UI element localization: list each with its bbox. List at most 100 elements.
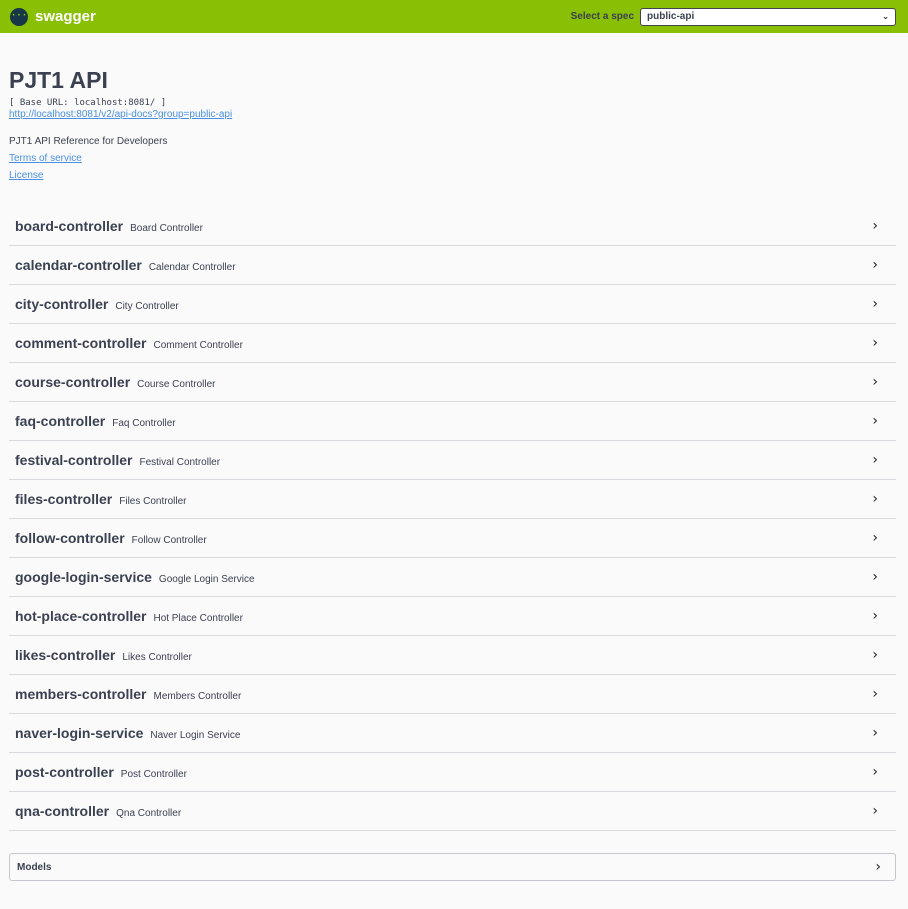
tag-name: files-controller — [15, 491, 113, 507]
tag-label: festival-controller Festival Controller — [15, 452, 220, 468]
tag-description: Comment Controller — [153, 340, 243, 351]
tag-row-city-controller[interactable]: city-controller City Controller › — [9, 285, 896, 324]
tag-row-faq-controller[interactable]: faq-controller Faq Controller › — [9, 402, 896, 441]
tag-label: follow-controller Follow Controller — [15, 530, 207, 546]
tag-description: City Controller — [115, 301, 179, 312]
tag-list: board-controller Board Controller › calenda… — [9, 207, 896, 831]
tag-label: naver-login-service Naver Login Service — [15, 725, 240, 741]
chevron-right-icon: › — [872, 686, 878, 702]
chevron-down-icon: ⌄ — [882, 12, 889, 21]
tag-name: qna-controller — [15, 803, 110, 819]
tag-row-hot-place-controller[interactable]: hot-place-controller Hot Place Controller… — [9, 597, 896, 636]
tag-label: post-controller Post Controller — [15, 764, 187, 780]
tag-row-files-controller[interactable]: files-controller Files Controller › — [9, 480, 896, 519]
chevron-right-icon: › — [872, 218, 878, 234]
tag-description: Members Controller — [153, 691, 242, 702]
tag-description: Google Login Service — [158, 574, 255, 585]
tag-label: members-controller Members Controller — [15, 686, 241, 702]
terms-of-service-link[interactable]: Terms of service — [9, 153, 899, 164]
tag-row-course-controller[interactable]: course-controller Course Controller › — [9, 363, 896, 402]
swagger-brand[interactable]: {···} swagger — [5, 7, 96, 26]
chevron-right-icon: › — [872, 725, 878, 741]
tag-name: comment-controller — [15, 335, 147, 351]
tag-name: likes-controller — [15, 647, 116, 663]
tag-description: Qna Controller — [116, 808, 182, 819]
tag-name: board-controller — [15, 218, 124, 234]
spec-selector: Select a spec public-api ⌄ — [570, 7, 896, 26]
tag-name: post-controller — [15, 764, 114, 780]
chevron-right-icon: › — [872, 764, 878, 780]
tag-label: board-controller Board Controller — [15, 218, 203, 234]
tag-description: Board Controller — [130, 223, 203, 234]
tag-row-post-controller[interactable]: post-controller Post Controller › — [9, 753, 896, 792]
topbar: {···} swagger Select a spec public-api ⌄ — [0, 0, 908, 33]
swagger-logo-icon: {···} — [5, 7, 33, 26]
tag-description: Post Controller — [120, 769, 187, 780]
chevron-right-icon: › — [872, 452, 878, 468]
tag-name: faq-controller — [15, 413, 106, 429]
tag-row-board-controller[interactable]: board-controller Board Controller › — [9, 207, 896, 246]
tag-label: hot-place-controller Hot Place Controller — [15, 608, 243, 624]
tag-name: city-controller — [15, 296, 109, 312]
tag-row-likes-controller[interactable]: likes-controller Likes Controller › — [9, 636, 896, 675]
chevron-right-icon: › — [872, 335, 878, 351]
tag-row-comment-controller[interactable]: comment-controller Comment Controller › — [9, 324, 896, 363]
tag-description: Course Controller — [137, 379, 216, 390]
tag-label: comment-controller Comment Controller — [15, 335, 243, 351]
chevron-right-icon: › — [872, 374, 878, 390]
tag-description: Follow Controller — [131, 535, 207, 546]
base-url: [ Base URL: localhost:8081/ ] — [9, 98, 167, 108]
chevron-right-icon: › — [872, 413, 878, 429]
tag-row-calendar-controller[interactable]: calendar-controller Calendar Controller › — [9, 246, 896, 285]
tag-name: course-controller — [15, 374, 131, 390]
tag-description: Calendar Controller — [148, 262, 236, 273]
tag-name: hot-place-controller — [15, 608, 147, 624]
tag-label: qna-controller Qna Controller — [15, 803, 181, 819]
tag-name: members-controller — [15, 686, 147, 702]
chevron-right-icon: › — [875, 859, 881, 875]
chevron-right-icon: › — [872, 296, 878, 312]
tag-description: Faq Controller — [112, 418, 176, 429]
tag-label: files-controller Files Controller — [15, 491, 187, 507]
tag-name: naver-login-service — [15, 725, 144, 741]
chevron-right-icon: › — [872, 608, 878, 624]
tag-name: festival-controller — [15, 452, 133, 468]
tag-row-naver-login-service[interactable]: naver-login-service Naver Login Service › — [9, 714, 896, 753]
tag-description: Hot Place Controller — [153, 613, 243, 624]
chevron-right-icon: › — [872, 257, 878, 273]
tag-label: google-login-service Google Login Service — [15, 569, 255, 585]
tag-row-qna-controller[interactable]: qna-controller Qna Controller › — [9, 792, 896, 831]
spec-select[interactable]: public-api ⌄ — [640, 7, 896, 26]
chevron-right-icon: › — [872, 530, 878, 546]
models-title: Models — [17, 861, 52, 873]
api-title: PJT1 API — [9, 67, 108, 93]
chevron-right-icon: › — [872, 491, 878, 507]
api-docs-link[interactable]: http://localhost:8081/v2/api-docs?group=… — [9, 109, 899, 120]
tag-row-follow-controller[interactable]: follow-controller Follow Controller › — [9, 519, 896, 558]
api-info: PJT1 API [ Base URL: localhost:8081/ ] h… — [0, 33, 908, 181]
tag-name: calendar-controller — [15, 257, 142, 273]
tag-description: Likes Controller — [122, 652, 192, 663]
tag-row-google-login-service[interactable]: google-login-service Google Login Service… — [9, 558, 896, 597]
chevron-right-icon: › — [872, 569, 878, 585]
api-description: PJT1 API Reference for Developers — [9, 136, 168, 147]
tag-row-members-controller[interactable]: members-controller Members Controller › — [9, 675, 896, 714]
spec-label: Select a spec — [570, 11, 634, 22]
tag-name: follow-controller — [15, 530, 125, 546]
tag-description: Naver Login Service — [150, 730, 241, 741]
tag-row-festival-controller[interactable]: festival-controller Festival Controller › — [9, 441, 896, 480]
tag-description: Files Controller — [119, 496, 187, 507]
spec-select-value: public-api — [647, 11, 695, 22]
license-link[interactable]: License — [9, 170, 899, 181]
chevron-right-icon: › — [872, 803, 878, 819]
chevron-right-icon: › — [872, 647, 878, 663]
models-section[interactable]: Models › — [9, 853, 896, 881]
tag-label: course-controller Course Controller — [15, 374, 216, 390]
tag-label: calendar-controller Calendar Controller — [15, 257, 236, 273]
tag-description: Festival Controller — [139, 457, 221, 468]
tag-label: city-controller City Controller — [15, 296, 179, 312]
tag-name: google-login-service — [15, 569, 152, 585]
tag-label: faq-controller Faq Controller — [15, 413, 176, 429]
brand-name: swagger — [35, 8, 96, 25]
tag-label: likes-controller Likes Controller — [15, 647, 192, 663]
